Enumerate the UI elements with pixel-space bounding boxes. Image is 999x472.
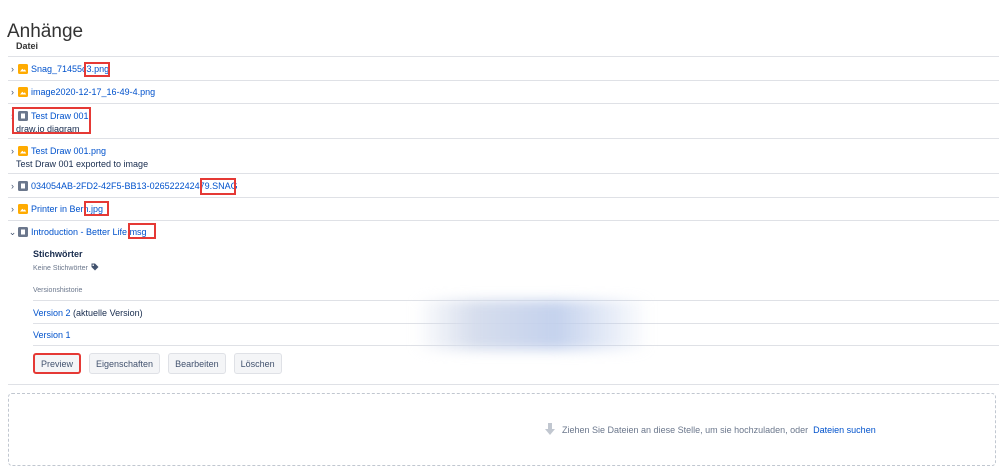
action-buttons: Preview Eigenschaften Bearbeiten Löschen <box>33 353 282 374</box>
divider <box>8 384 999 385</box>
divider <box>8 220 999 221</box>
dropzone-text: Ziehen Sie Dateien an diese Stelle, um s… <box>562 425 809 435</box>
chevron-right-icon[interactable]: › <box>8 181 17 191</box>
file-row: › Snag_71455c3.png <box>8 62 999 76</box>
image-file-icon <box>18 204 28 214</box>
file-description: draw.io diagram <box>16 124 80 134</box>
version-row: Version 2 (aktuelle Version) <box>33 308 143 318</box>
file-link[interactable]: image2020-12-17_16-49-4.png <box>31 87 155 97</box>
chevron-right-icon[interactable]: › <box>8 146 17 156</box>
highlight-box <box>128 223 156 239</box>
divider <box>8 173 999 174</box>
image-file-icon <box>18 64 28 74</box>
file-link[interactable]: Test Draw 001.png <box>31 146 106 156</box>
highlight-box <box>12 107 91 134</box>
image-file-icon <box>18 146 28 156</box>
chevron-right-icon[interactable]: › <box>8 64 17 74</box>
properties-button[interactable]: Eigenschaften <box>89 353 161 374</box>
divider <box>8 197 999 198</box>
file-row: › Test Draw 001.png Test Draw 001 export… <box>8 144 999 169</box>
redacted-area <box>415 300 650 350</box>
file-row-expanded: ⌄ Introduction - Better Life.msg <box>8 225 999 239</box>
chevron-right-icon[interactable]: › <box>8 204 17 214</box>
document-file-icon <box>18 227 28 237</box>
version-row: Version 1 <box>33 330 71 340</box>
document-file-icon <box>18 181 28 191</box>
file-row: › Test Draw 001 draw.io diagram <box>8 109 999 134</box>
preview-button[interactable]: Preview <box>33 353 82 374</box>
file-row: › Printer in Bern.jpg <box>8 202 999 216</box>
delete-button[interactable]: Löschen <box>233 353 282 374</box>
chevron-right-icon[interactable]: › <box>8 87 17 97</box>
divider <box>8 80 999 81</box>
labels-title: Stichwörter <box>33 249 83 259</box>
divider <box>8 138 999 139</box>
version-link[interactable]: Version 2 <box>33 308 71 318</box>
version-link[interactable]: Version 1 <box>33 330 71 340</box>
tag-icon[interactable] <box>91 263 99 273</box>
labels-empty: Keine Stichwörter <box>33 263 99 273</box>
highlight-box <box>200 178 236 195</box>
image-file-icon <box>18 87 28 97</box>
column-header-file[interactable]: Datei <box>16 41 38 51</box>
arrow-down-icon <box>543 422 557 438</box>
chevron-down-icon[interactable]: ⌄ <box>8 227 17 238</box>
labels-none-text: Keine Stichwörter <box>33 264 88 272</box>
file-row: › image2020-12-17_16-49-4.png <box>8 85 999 99</box>
file-row: › 034054AB-2FD2-42F5-BB13-026522242479.S… <box>8 179 999 193</box>
version-history-label: Versionshistorie <box>33 287 83 294</box>
divider <box>8 103 999 104</box>
browse-files-link[interactable]: Dateien suchen <box>813 425 876 435</box>
page-title: Anhänge <box>7 20 84 42</box>
divider <box>8 56 999 57</box>
dropzone-message: Ziehen Sie Dateien an diese Stelle, um s… <box>543 422 876 438</box>
highlight-box <box>84 201 109 216</box>
file-description: Test Draw 001 exported to image <box>16 159 149 169</box>
edit-button[interactable]: Bearbeiten <box>168 353 226 374</box>
highlight-box <box>84 62 110 77</box>
version-note: (aktuelle Version) <box>73 308 143 318</box>
